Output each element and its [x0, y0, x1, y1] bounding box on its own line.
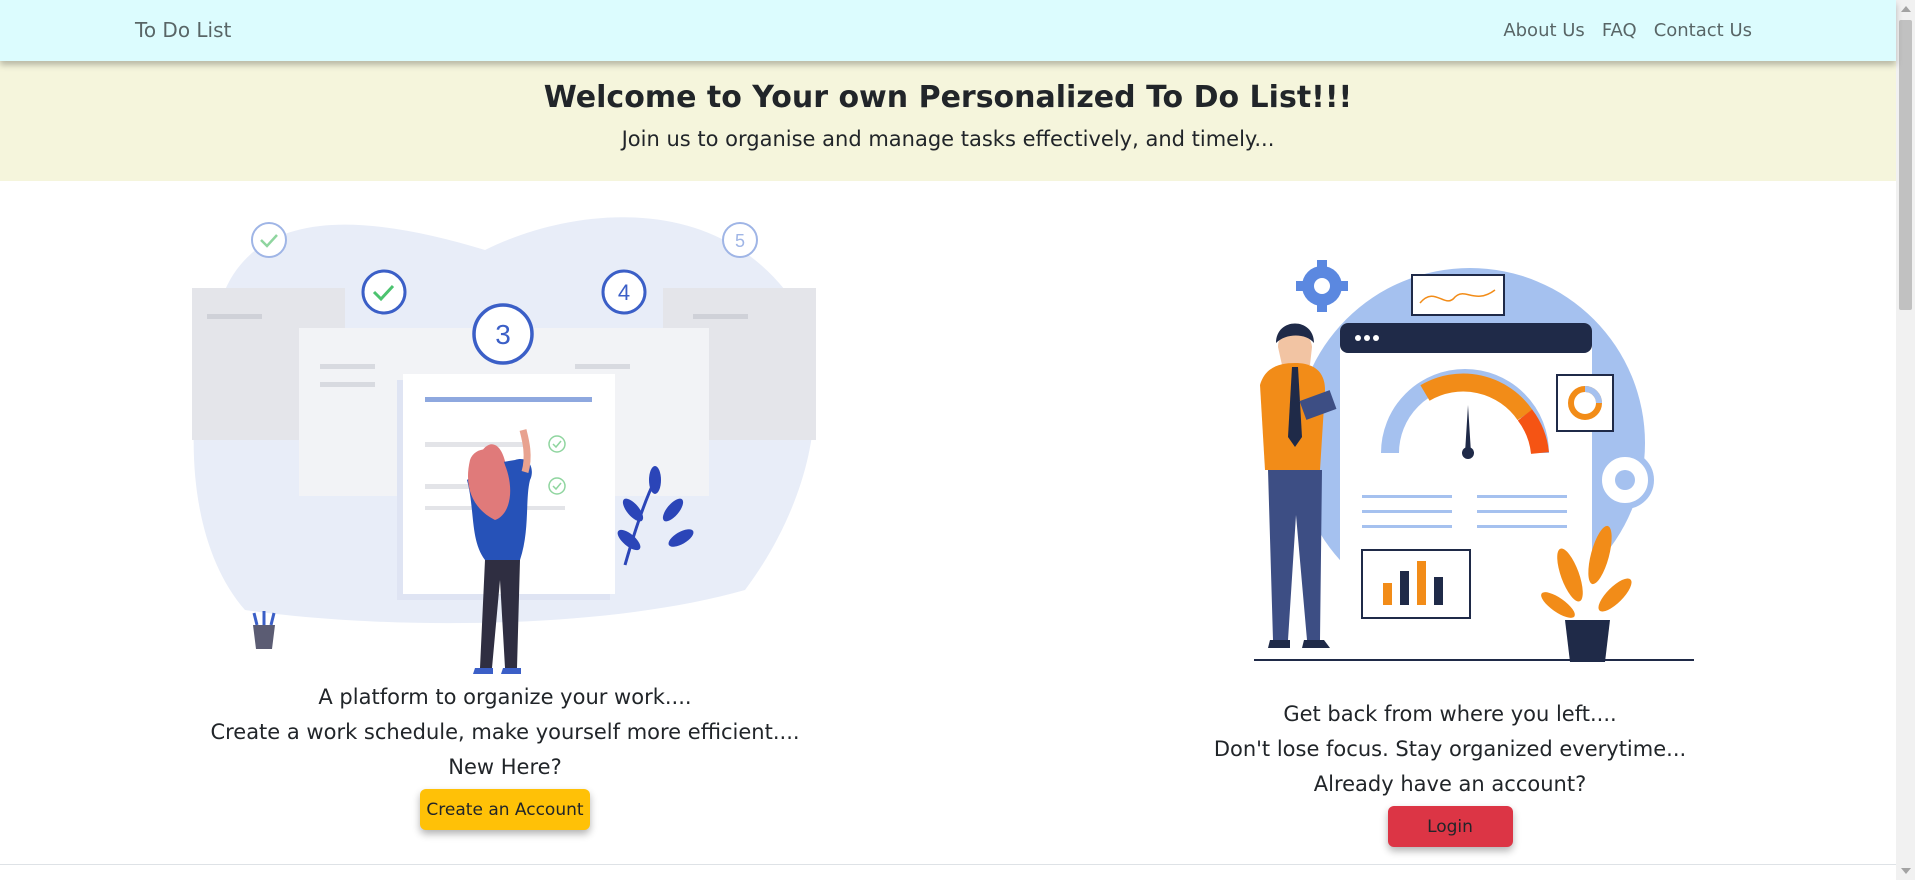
- checklist-illustration: 3 4 5: [192, 217, 816, 674]
- scrollbar-thumb[interactable]: [1899, 20, 1912, 310]
- login-line-1: Get back from where you left....: [1283, 702, 1617, 726]
- gear-icon: [1596, 451, 1654, 509]
- nav-faq[interactable]: FAQ: [1602, 20, 1637, 41]
- step-3-number: 3: [495, 319, 511, 350]
- create-account-button[interactable]: Create an Account: [420, 789, 590, 830]
- login-line-2: Don't lose focus. Stay organized everyti…: [1213, 737, 1687, 761]
- hero-banner: Welcome to Your own Personalized To Do L…: [0, 61, 1896, 181]
- footer-divider: [0, 864, 1896, 865]
- signup-line-2: Create a work schedule, make yourself mo…: [210, 720, 800, 744]
- step-4-number: 4: [618, 280, 630, 305]
- signup-section: A platform to organize your work.... Cre…: [200, 680, 810, 830]
- signup-line-3: New Here?: [448, 755, 562, 779]
- brand-link[interactable]: To Do List: [135, 18, 231, 42]
- vertical-scrollbar[interactable]: [1896, 0, 1915, 880]
- step-5-number: 5: [735, 231, 745, 251]
- nav-links: About Us FAQ Contact Us: [1503, 20, 1752, 41]
- login-button[interactable]: Login: [1387, 806, 1513, 847]
- login-section: Get back from where you left.... Don't l…: [1150, 697, 1750, 847]
- dashboard-illustration: [1254, 260, 1694, 662]
- hero-title: Welcome to Your own Personalized To Do L…: [543, 80, 1353, 115]
- navbar: To Do List About Us FAQ Contact Us: [0, 0, 1896, 61]
- signup-line-1: A platform to organize your work....: [318, 685, 692, 709]
- gear-icon: [1296, 260, 1348, 312]
- hero-subtitle: Join us to organise and manage tasks eff…: [621, 127, 1275, 151]
- pot-icon: [252, 611, 276, 649]
- nav-about-us[interactable]: About Us: [1503, 20, 1585, 41]
- nav-contact-us[interactable]: Contact Us: [1654, 20, 1752, 41]
- scroll-up-icon[interactable]: [1901, 6, 1911, 12]
- login-line-3: Already have an account?: [1313, 772, 1587, 796]
- scroll-down-icon[interactable]: [1901, 868, 1911, 874]
